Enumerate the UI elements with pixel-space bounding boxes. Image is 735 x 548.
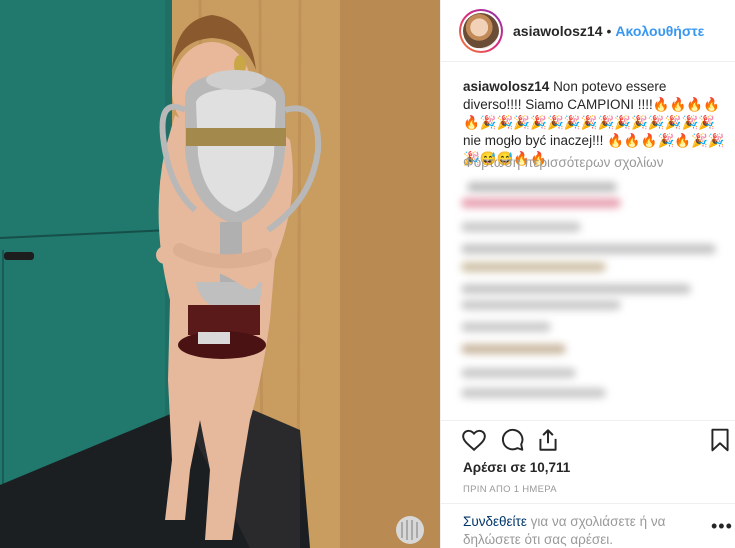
separator-dot: • — [606, 22, 612, 39]
post-header: asiawolosz14 • Ακολουθήστε — [441, 0, 735, 62]
likes-count[interactable]: Αρέσει σε 10,711 — [463, 460, 570, 475]
post-sidebar: asiawolosz14 • Ακολουθήστε asiawolosz14 No… — [440, 0, 735, 548]
avatar-image — [463, 12, 499, 49]
post-image — [0, 0, 440, 548]
bookmark-icon[interactable] — [707, 427, 733, 453]
avatar[interactable] — [459, 8, 503, 53]
more-options-icon[interactable]: ••• — [711, 516, 733, 537]
follow-button[interactable]: Ακολουθήστε — [615, 23, 704, 39]
caption-username[interactable]: asiawolosz14 — [463, 79, 549, 94]
user-line: asiawolosz14 • Ακολουθήστε — [513, 23, 704, 39]
share-icon[interactable] — [535, 427, 561, 453]
post-timestamp[interactable]: ΠΡΙΝ ΑΠΟ 1 ΗΜΕΡΑ — [463, 484, 557, 495]
comment-footer: Συνδεθείτε για να σχολιάσετε ή να δηλώσε… — [441, 503, 735, 548]
username-link[interactable]: asiawolosz14 — [513, 23, 603, 39]
login-prompt: Συνδεθείτε για να σχολιάσετε ή να δηλώσε… — [463, 513, 703, 548]
post-photo[interactable] — [0, 0, 440, 548]
login-link[interactable]: Συνδεθείτε — [463, 514, 527, 529]
load-more-comments[interactable]: Φόρτωση περισσότερων σχολίων — [463, 155, 663, 170]
heart-icon[interactable] — [461, 427, 487, 453]
comment-icon[interactable] — [499, 427, 525, 453]
blurred-comments — [461, 176, 726, 408]
action-bar — [441, 420, 735, 454]
